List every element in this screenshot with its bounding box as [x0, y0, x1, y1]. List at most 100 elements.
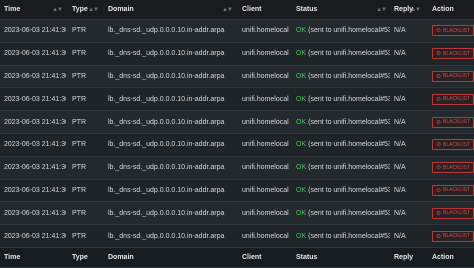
status-text: (sent to unifi.homelocal#53): [308, 118, 390, 126]
cell-type: PTR: [72, 27, 86, 35]
cell-domain[interactable]: lb._dns-sd._udp.0.0.0.10.in-addr.arpa: [104, 225, 236, 247]
blacklist-button[interactable]: ⊘ Blacklist: [432, 184, 474, 196]
sort-icon: ▲▼: [88, 6, 99, 13]
blacklist-label: Blacklist: [443, 50, 470, 57]
column-header-time[interactable]: Time ▲▼: [0, 0, 66, 19]
blacklist-button[interactable]: ⊘ Blacklist: [432, 230, 474, 242]
status-text: (sent to unifi.homelocal#53): [308, 232, 390, 240]
blacklist-label: Blacklist: [443, 187, 470, 194]
ban-icon: ⊘: [436, 73, 442, 80]
blacklist-button[interactable]: ⊘ Blacklist: [432, 93, 474, 105]
cell-client[interactable]: unifi.homelocal: [238, 20, 290, 42]
status-ok-label: OK: [296, 118, 307, 126]
status-text: (sent to unifi.homelocal#53): [308, 141, 390, 149]
cell-domain[interactable]: lb._dns-sd._udp.0.0.0.10.in-addr.arpa: [104, 157, 236, 179]
table-row: 2023-06-03 21:41:30 PTR lb._dns-sd._udp.0.…: [0, 202, 474, 226]
status-ok-label: OK: [296, 186, 307, 194]
cell-domain[interactable]: lb._dns-sd._udp.0.0.0.10.in-addr.arpa: [104, 180, 236, 202]
cell-type: PTR: [72, 141, 86, 149]
cell-domain[interactable]: lb._dns-sd._udp.0.0.0.10.in-addr.arpa: [104, 20, 236, 42]
blacklist-button[interactable]: ⊘ Blacklist: [432, 116, 474, 128]
status-text: (sent to unifi.homelocal#53): [308, 164, 390, 172]
column-header-reply[interactable]: Reply ▲▼: [390, 0, 424, 19]
blacklist-button[interactable]: ⊘ Blacklist: [432, 48, 474, 60]
table-row: 2023-06-03 21:41:30 PTR lb._dns-sd._udp.0.…: [0, 20, 474, 43]
ban-icon: ⊘: [436, 119, 442, 126]
blacklist-button[interactable]: ⊘ Blacklist: [432, 139, 474, 151]
status-text: (sent to unifi.homelocal#53): [308, 72, 390, 80]
cell-client[interactable]: unifi.homelocal: [238, 202, 290, 224]
status-ok-label: OK: [296, 95, 307, 103]
cell-status: OK (sent to unifi.homelocal#53): [292, 88, 390, 110]
column-header-label: Type: [72, 6, 88, 13]
status-text: (sent to unifi.homelocal#53): [308, 186, 390, 194]
column-header-status[interactable]: Status ▲▼: [292, 0, 390, 19]
cell-domain[interactable]: lb._dns-sd._udp.0.0.0.10.in-addr.arpa: [104, 111, 236, 133]
cell-action: ⊘ Blacklist: [428, 20, 474, 42]
cell-status: OK (sent to unifi.homelocal#53): [292, 20, 390, 42]
cell-client[interactable]: unifi.homelocal: [238, 66, 290, 88]
cell-status: OK (sent to unifi.homelocal#53): [292, 111, 390, 133]
cell-time: 2023-06-03 21:41:30: [4, 164, 66, 172]
table-row: 2023-06-03 21:41:30 PTR lb._dns-sd._udp.0.…: [0, 111, 474, 134]
footer-time: Time: [4, 254, 21, 261]
footer-type: Type: [72, 254, 88, 261]
blacklist-button[interactable]: ⊘ Blacklist: [432, 25, 474, 37]
table-row: 2023-06-03 21:41:30 PTR lb._dns-sd._udp.0.…: [0, 65, 474, 89]
column-header-label: Status: [296, 6, 318, 13]
cell-domain[interactable]: lb._dns-sd._udp.0.0.0.10.in-addr.arpa: [104, 202, 236, 224]
query-log-table: Time ▲▼ Type ▲▼ Domain ▲▼ Client Status …: [0, 0, 474, 268]
ban-icon: ⊘: [436, 233, 442, 240]
cell-status: OK (sent to unifi.homelocal#53): [292, 202, 390, 224]
cell-client[interactable]: unifi.homelocal: [238, 43, 290, 65]
status-text: (sent to unifi.homelocal#53): [308, 95, 390, 103]
cell-time: 2023-06-03 21:41:30: [4, 95, 66, 103]
sort-icon: ▲▼: [376, 6, 387, 13]
cell-action: ⊘ Blacklist: [428, 111, 474, 133]
cell-client[interactable]: unifi.homelocal: [238, 180, 290, 202]
cell-reply: N/A: [394, 164, 406, 172]
cell-client[interactable]: unifi.homelocal: [238, 88, 290, 110]
cell-domain[interactable]: lb._dns-sd._udp.0.0.0.10.in-addr.arpa: [104, 88, 236, 110]
table-footer: Time Type Domain Client Status Reply Act…: [0, 248, 474, 268]
column-header-domain[interactable]: Domain ▲▼: [104, 0, 236, 19]
status-ok-label: OK: [296, 141, 307, 149]
blacklist-button[interactable]: ⊘ Blacklist: [432, 70, 474, 82]
cell-reply: N/A: [394, 50, 406, 58]
blacklist-label: Blacklist: [443, 73, 470, 80]
blacklist-label: Blacklist: [443, 27, 470, 34]
cell-type: PTR: [72, 72, 86, 80]
cell-type: PTR: [72, 50, 86, 58]
table-header: Time ▲▼ Type ▲▼ Domain ▲▼ Client Status …: [0, 0, 474, 20]
cell-client[interactable]: unifi.homelocal: [238, 225, 290, 247]
cell-client[interactable]: unifi.homelocal: [238, 111, 290, 133]
status-text: (sent to unifi.homelocal#53): [308, 50, 390, 58]
status-text: (sent to unifi.homelocal#53): [308, 27, 390, 35]
column-header-client[interactable]: Client: [238, 0, 290, 19]
cell-domain[interactable]: lb._dns-sd._udp.0.0.0.10.in-addr.arpa: [104, 43, 236, 65]
column-header-label: Client: [242, 6, 262, 13]
sort-icon: ▲▼: [410, 6, 421, 13]
cell-status: OK (sent to unifi.homelocal#53): [292, 134, 390, 156]
cell-action: ⊘ Blacklist: [428, 66, 474, 88]
column-header-type[interactable]: Type ▲▼: [68, 0, 102, 19]
blacklist-button[interactable]: ⊘ Blacklist: [432, 162, 474, 174]
table-row: 2023-06-03 21:41:30 PTR lb._dns-sd._udp.0.…: [0, 88, 474, 112]
cell-action: ⊘ Blacklist: [428, 180, 474, 202]
cell-reply: N/A: [394, 186, 406, 194]
cell-action: ⊘ Blacklist: [428, 134, 474, 156]
cell-type: PTR: [72, 232, 86, 240]
cell-type: PTR: [72, 164, 86, 172]
cell-client[interactable]: unifi.homelocal: [238, 157, 290, 179]
cell-client[interactable]: unifi.homelocal: [238, 134, 290, 156]
cell-status: OK (sent to unifi.homelocal#53): [292, 180, 390, 202]
ban-icon: ⊘: [436, 96, 442, 103]
blacklist-button[interactable]: ⊘ Blacklist: [432, 207, 474, 219]
cell-type: PTR: [72, 186, 86, 194]
cell-domain[interactable]: lb._dns-sd._udp.0.0.0.10.in-addr.arpa: [104, 134, 236, 156]
cell-domain[interactable]: lb._dns-sd._udp.0.0.0.10.in-addr.arpa: [104, 66, 236, 88]
footer-action: Action: [432, 254, 454, 261]
cell-time: 2023-06-03 21:41:30: [4, 72, 66, 80]
cell-reply: N/A: [394, 72, 406, 80]
footer-status: Status: [296, 254, 318, 261]
